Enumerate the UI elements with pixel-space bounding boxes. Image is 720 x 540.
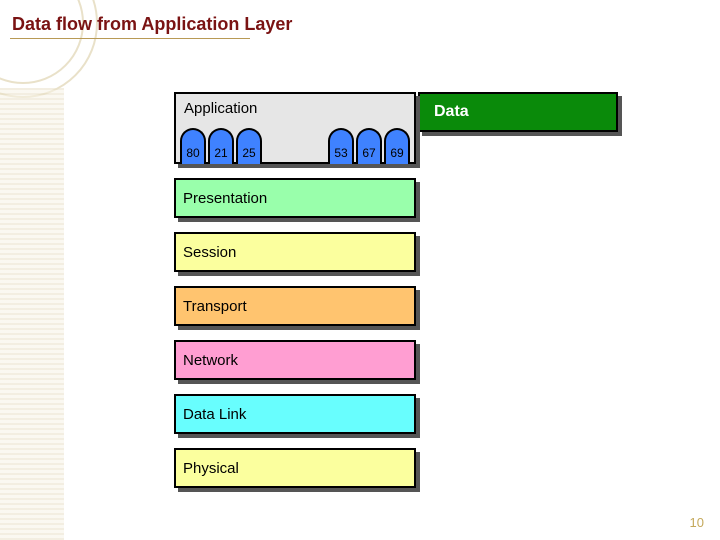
osi-stack: Application 80 21 25 53 67 69 Presentati…	[174, 92, 416, 488]
port-arch: 80	[180, 128, 206, 164]
title-underline	[10, 38, 250, 39]
layer-datalink: Data Link	[174, 394, 416, 434]
layer-application: Application 80 21 25 53 67 69	[174, 92, 416, 164]
port-arch: 69	[384, 128, 410, 164]
layer-physical: Physical	[174, 448, 416, 488]
layer-label: Physical	[183, 460, 239, 477]
port-arch: 25	[236, 128, 262, 164]
layer-label: Data Link	[183, 406, 246, 423]
port-arch: 53	[328, 128, 354, 164]
port-arch: 67	[356, 128, 382, 164]
layer-label: Application	[184, 100, 257, 117]
data-block: Data	[418, 92, 618, 132]
port-arch: 21	[208, 128, 234, 164]
layer-label: Transport	[183, 298, 247, 315]
layer-label: Network	[183, 352, 238, 369]
layer-network: Network	[174, 340, 416, 380]
layer-session: Session	[174, 232, 416, 272]
layer-presentation: Presentation	[174, 178, 416, 218]
port-group-right: 53 67 69	[328, 128, 410, 164]
slide-title: Data flow from Application Layer	[12, 14, 292, 35]
layer-transport: Transport	[174, 286, 416, 326]
page-number: 10	[690, 515, 704, 530]
left-texture-band	[0, 88, 64, 540]
layer-label: Session	[183, 244, 236, 261]
layer-label: Presentation	[183, 190, 267, 207]
port-group-left: 80 21 25	[180, 128, 262, 164]
data-label: Data	[434, 103, 469, 121]
